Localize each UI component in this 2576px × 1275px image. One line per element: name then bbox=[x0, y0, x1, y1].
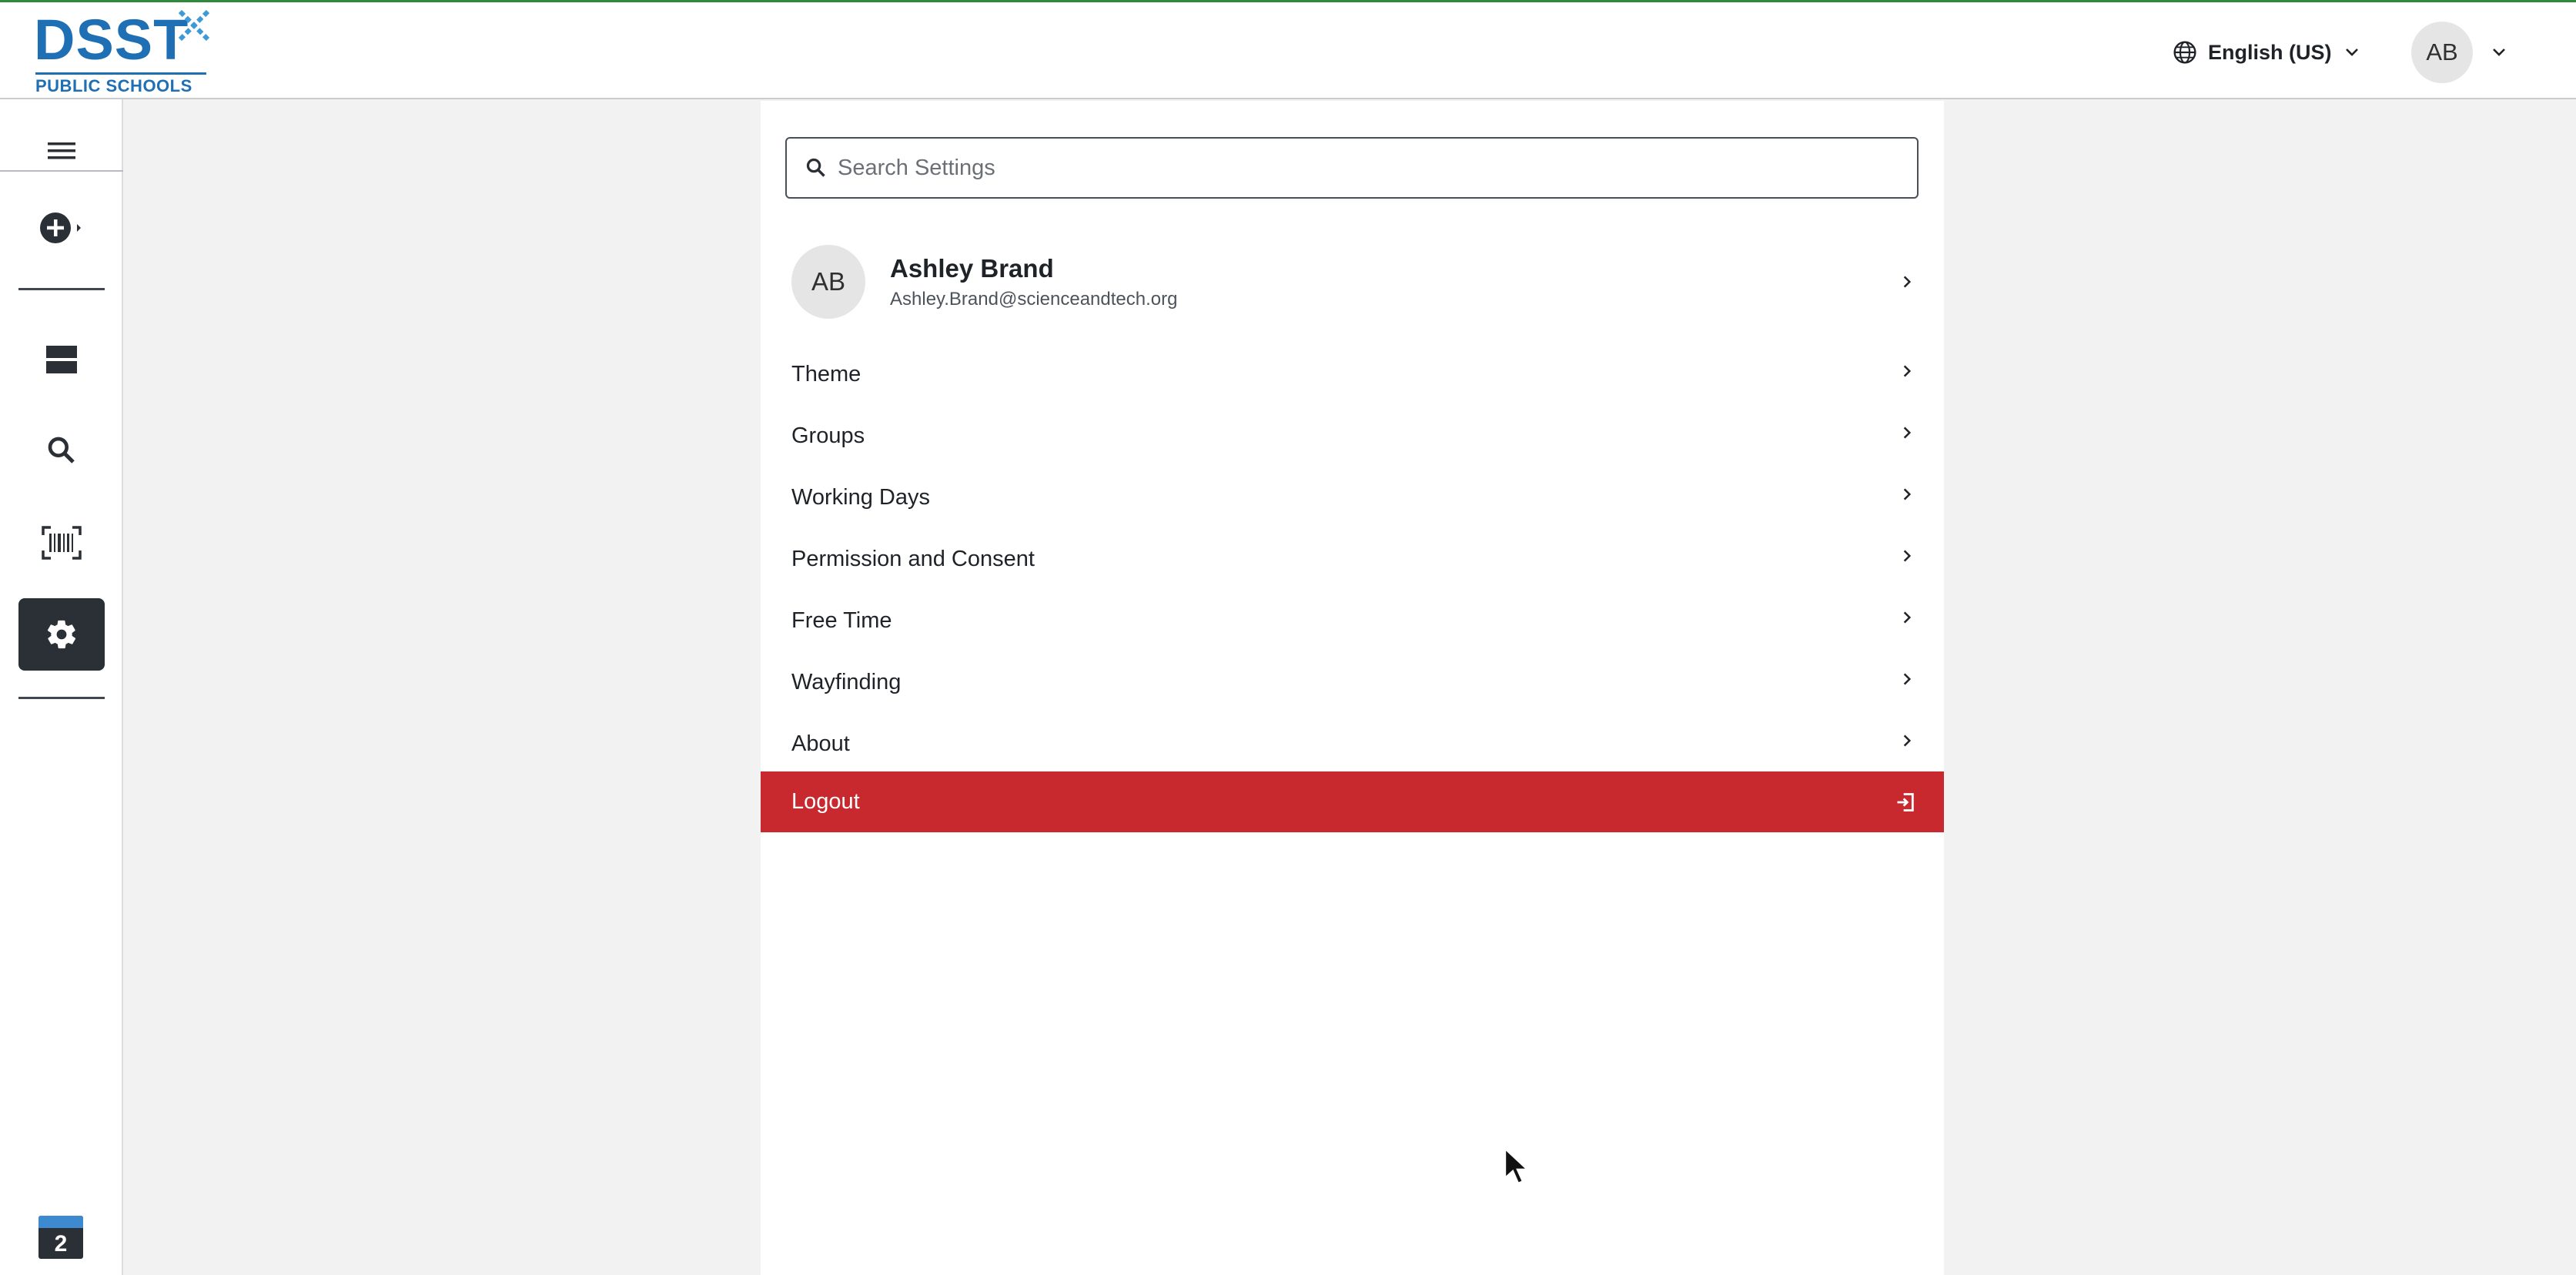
chevron-right-icon bbox=[1903, 550, 1912, 562]
chevron-right-icon bbox=[1903, 427, 1912, 439]
profile-name: Ashley Brand bbox=[890, 254, 1054, 283]
search-input[interactable] bbox=[838, 146, 1900, 189]
calendar-icon[interactable]: 2 bbox=[38, 1216, 83, 1259]
avatar: AB bbox=[791, 245, 865, 319]
sidebar-divider bbox=[0, 170, 123, 172]
settings-item-label: Theme bbox=[791, 361, 861, 387]
chevron-down-icon bbox=[2345, 49, 2358, 56]
settings-item-label: About bbox=[791, 731, 850, 756]
calendar-day: 2 bbox=[54, 1231, 68, 1257]
logo-rule bbox=[35, 72, 206, 75]
logo-x-mark bbox=[178, 9, 210, 42]
mouse-cursor-icon bbox=[1504, 1147, 1531, 1185]
plus-circle-icon bbox=[40, 212, 81, 243]
logo-text: DSST bbox=[34, 8, 189, 72]
chevron-right-icon bbox=[1903, 488, 1912, 500]
language-selector[interactable]: English (US) bbox=[2173, 33, 2361, 72]
settings-search[interactable] bbox=[785, 137, 1919, 199]
settings-item-label: Working Days bbox=[791, 484, 930, 510]
barcode-icon bbox=[42, 526, 82, 560]
chevron-right-icon bbox=[1903, 611, 1912, 624]
chevron-right-icon bbox=[1903, 735, 1912, 747]
logout-label: Logout bbox=[791, 789, 860, 814]
settings-item-label: Permission and Consent bbox=[791, 546, 1035, 571]
profile-row[interactable]: AB Ashley Brand Ashley.Brand@scienceandt… bbox=[761, 239, 1944, 324]
dsst-logo[interactable]: DSST PUBLIC SCHOOLS bbox=[34, 8, 216, 98]
sidebar-item-create[interactable] bbox=[18, 192, 105, 264]
profile-email: Ashley.Brand@scienceandtech.org bbox=[890, 288, 1178, 310]
user-menu[interactable]: AB bbox=[2411, 22, 2508, 83]
settings-item-label: Groups bbox=[791, 423, 865, 448]
sidebar-item-settings[interactable] bbox=[18, 598, 105, 671]
settings-item-working-days[interactable]: Working Days bbox=[761, 467, 1944, 528]
sidebar-item-search[interactable] bbox=[18, 414, 105, 487]
settings-item-about[interactable]: About bbox=[761, 713, 1944, 775]
sidebar bbox=[0, 99, 123, 1275]
chevron-right-icon bbox=[1903, 365, 1912, 377]
settings-item-groups[interactable]: Groups bbox=[761, 405, 1944, 467]
settings-item-label: Wayfinding bbox=[791, 669, 902, 694]
sidebar-divider bbox=[18, 288, 105, 290]
top-bar: DSST PUBLIC SCHOOLS English (US) AB bbox=[0, 0, 2576, 99]
avatar: AB bbox=[2411, 22, 2473, 83]
search-icon bbox=[806, 158, 825, 177]
sidebar-divider bbox=[18, 697, 105, 699]
settings-item-wayfinding[interactable]: Wayfinding bbox=[761, 651, 1944, 713]
search-icon bbox=[48, 437, 75, 463]
settings-item-permission-consent[interactable]: Permission and Consent bbox=[761, 528, 1944, 590]
logout-icon bbox=[1897, 793, 1914, 812]
settings-item-label: Free Time bbox=[791, 607, 892, 633]
sidebar-menu-toggle[interactable] bbox=[18, 115, 105, 187]
globe-icon bbox=[2173, 41, 2196, 64]
logo-subtitle: PUBLIC SCHOOLS bbox=[35, 76, 192, 95]
gear-icon bbox=[47, 620, 76, 649]
language-label: English (US) bbox=[2208, 40, 2332, 64]
settings-item-free-time[interactable]: Free Time bbox=[761, 590, 1944, 651]
chevron-right-icon bbox=[1903, 673, 1912, 685]
hamburger-icon bbox=[48, 142, 75, 159]
chevron-down-icon bbox=[2493, 49, 2505, 56]
chevron-right-icon bbox=[1903, 276, 1912, 288]
rows-icon bbox=[46, 346, 77, 373]
settings-item-theme[interactable]: Theme bbox=[761, 343, 1944, 405]
logout-button[interactable]: Logout bbox=[761, 771, 1944, 832]
sidebar-item-list[interactable] bbox=[18, 323, 105, 396]
settings-panel: AB Ashley Brand Ashley.Brand@scienceandt… bbox=[761, 101, 1944, 1275]
sidebar-item-scan[interactable] bbox=[18, 507, 105, 579]
